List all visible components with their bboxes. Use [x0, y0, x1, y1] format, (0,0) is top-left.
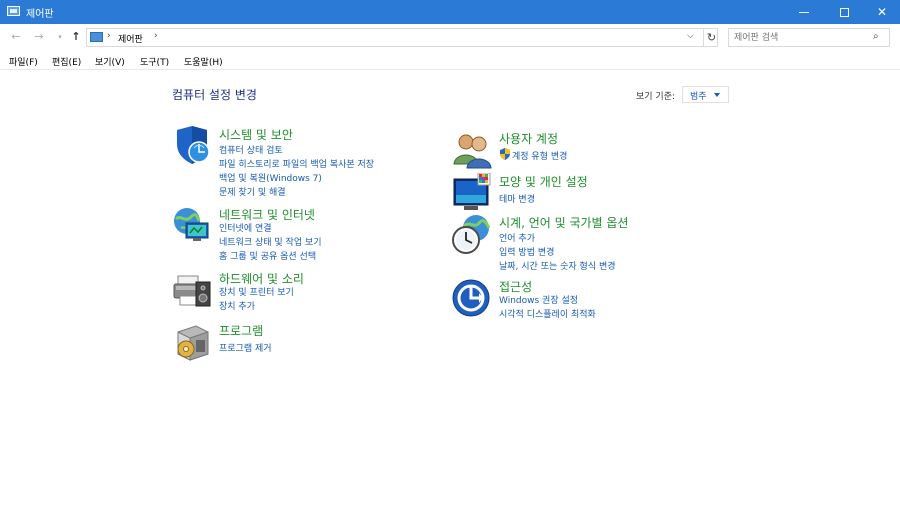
view-by-dropdown[interactable]: 범주 — [682, 86, 729, 103]
search-box[interactable]: ⌕ — [728, 28, 890, 47]
content-pane: 컴퓨터 설정 변경 보기 기준: 범주 시스템 및 보안 컴퓨터 상태 검토 파… — [0, 70, 900, 507]
menu-help[interactable]: 도움말(H) — [184, 55, 223, 68]
menu-edit[interactable]: 편집(E) — [52, 55, 81, 68]
link-uninstall-program[interactable]: 프로그램 제거 — [219, 341, 272, 354]
close-icon: ✕ — [876, 5, 888, 19]
page-title: 컴퓨터 설정 변경 — [172, 88, 257, 102]
back-button[interactable]: ← — [9, 30, 23, 44]
link-connect-internet[interactable]: 인터넷에 연결 — [219, 221, 272, 234]
link-review-status[interactable]: 컴퓨터 상태 검토 — [219, 143, 283, 156]
link-change-input-method[interactable]: 입력 방법 변경 — [499, 245, 554, 258]
accessibility-icon[interactable] — [452, 278, 492, 318]
category-title[interactable]: 시계, 언어 및 국가별 옵션 — [499, 214, 628, 231]
recent-locations-button[interactable]: ▾ — [53, 30, 67, 44]
category-title[interactable]: 모양 및 개인 설정 — [499, 173, 588, 190]
breadcrumb-separator-icon[interactable]: › — [107, 31, 111, 41]
menu-bar: 파일(F) 편집(E) 보기(V) 도구(T) 도움말(H) — [0, 52, 900, 70]
link-add-language[interactable]: 언어 추가 — [499, 231, 535, 244]
uac-shield-icon — [500, 148, 510, 160]
link-homegroup-sharing[interactable]: 홈 그룹 및 공유 옵션 선택 — [219, 249, 316, 262]
link-change-account-type[interactable]: 계정 유형 변경 — [512, 149, 567, 162]
minimize-icon — [799, 11, 809, 13]
link-backup-restore[interactable]: 백업 및 복원(Windows 7) — [219, 171, 322, 184]
link-optimize-visual-display[interactable]: 시각적 디스플레이 최적화 — [499, 307, 596, 320]
maximize-icon — [839, 7, 849, 17]
minimize-button[interactable] — [784, 0, 824, 24]
breadcrumb-control-panel[interactable]: 제어판 — [118, 32, 143, 45]
close-button[interactable]: ✕ — [862, 0, 900, 24]
refresh-button[interactable]: ↻ — [703, 29, 719, 46]
category-title[interactable]: 시스템 및 보안 — [219, 126, 293, 143]
link-troubleshoot[interactable]: 문제 찾기 및 해결 — [219, 185, 286, 198]
window-title: 제어판 — [26, 9, 54, 20]
category-title[interactable]: 사용자 계정 — [499, 130, 558, 147]
network-globe-icon[interactable] — [172, 206, 212, 246]
users-icon[interactable] — [452, 130, 492, 170]
up-button[interactable]: ↑ — [69, 30, 83, 44]
view-by-label: 보기 기준: — [636, 92, 676, 102]
menu-file[interactable]: 파일(F) — [9, 55, 38, 68]
navigation-bar: ← → ▾ ↑ › 제어판 › ⌵ ↻ ⌕ — [0, 24, 900, 52]
search-icon[interactable]: ⌕ — [873, 31, 879, 42]
link-change-date-time-format[interactable]: 날짜, 시간 또는 숫자 형식 변경 — [499, 259, 616, 272]
address-bar[interactable]: › 제어판 › ⌵ ↻ — [86, 28, 718, 47]
link-windows-recommended-settings[interactable]: Windows 권장 설정 — [499, 293, 578, 306]
dropdown-caret-icon — [714, 93, 720, 97]
title-bar: 제어판 ✕ — [0, 0, 900, 24]
link-network-status[interactable]: 네트워크 상태 및 작업 보기 — [219, 235, 322, 248]
address-dropdown-icon[interactable]: ⌵ — [687, 31, 694, 41]
menu-view[interactable]: 보기(V) — [95, 55, 125, 68]
link-add-device[interactable]: 장치 추가 — [219, 299, 255, 312]
view-by-value: 범주 — [690, 92, 707, 102]
link-file-history-backup[interactable]: 파일 히스토리로 파일의 백업 복사본 저장 — [219, 157, 374, 170]
search-input[interactable] — [734, 31, 864, 45]
link-change-theme[interactable]: 테마 변경 — [499, 192, 535, 205]
breadcrumb-chevron-icon[interactable]: › — [154, 31, 158, 41]
program-box-icon[interactable] — [172, 322, 212, 362]
maximize-button[interactable] — [824, 0, 864, 24]
menu-tools[interactable]: 도구(T) — [140, 55, 169, 68]
monitor-palette-icon[interactable] — [452, 173, 492, 213]
control-panel-icon — [7, 6, 20, 16]
shield-icon[interactable] — [172, 126, 212, 166]
category-title[interactable]: 프로그램 — [219, 322, 263, 339]
link-devices-printers[interactable]: 장치 및 프린터 보기 — [219, 285, 294, 298]
control-panel-location-icon — [90, 32, 103, 42]
printer-speaker-icon[interactable] — [172, 270, 212, 310]
forward-button[interactable]: → — [32, 30, 46, 44]
clock-globe-icon[interactable] — [452, 214, 492, 254]
